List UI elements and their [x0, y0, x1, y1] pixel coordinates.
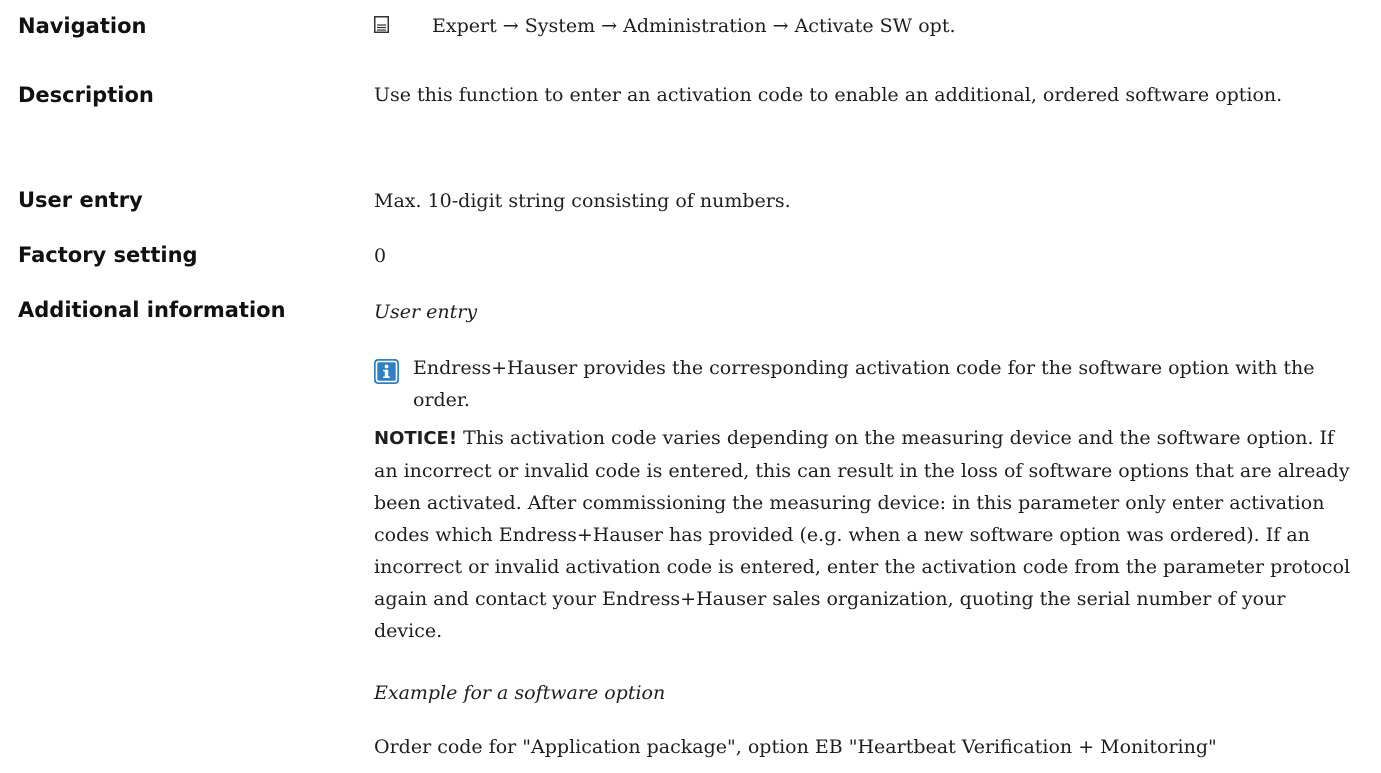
- info-note-text: Endress+Hauser provides the correspondin…: [413, 357, 1315, 411]
- factory-setting-label: Factory setting: [18, 243, 198, 267]
- notice-paragraph: NOTICE! This activation code varies depe…: [374, 422, 1359, 647]
- user-entry-label: User entry: [18, 188, 143, 212]
- additional-information-label: Additional information: [18, 298, 286, 322]
- navigation-label: Navigation: [18, 14, 147, 38]
- menu-icon: [374, 16, 389, 33]
- user-entry-text: Max. 10-digit string consisting of numbe…: [374, 190, 791, 212]
- description-text: Use this function to enter an activation…: [374, 84, 1283, 106]
- navigation-path: Expert → System → Administration → Activ…: [432, 15, 956, 37]
- factory-setting-value: 0: [374, 245, 387, 267]
- notice-text: This activation code varies depending on…: [374, 427, 1351, 642]
- notice-word: NOTICE!: [374, 428, 458, 449]
- description-label: Description: [18, 83, 154, 107]
- user-entry-subheading: User entry: [374, 301, 478, 323]
- example-text: Order code for "Application package", op…: [374, 736, 1217, 758]
- example-heading: Example for a software option: [374, 682, 666, 704]
- info-icon: [374, 359, 399, 384]
